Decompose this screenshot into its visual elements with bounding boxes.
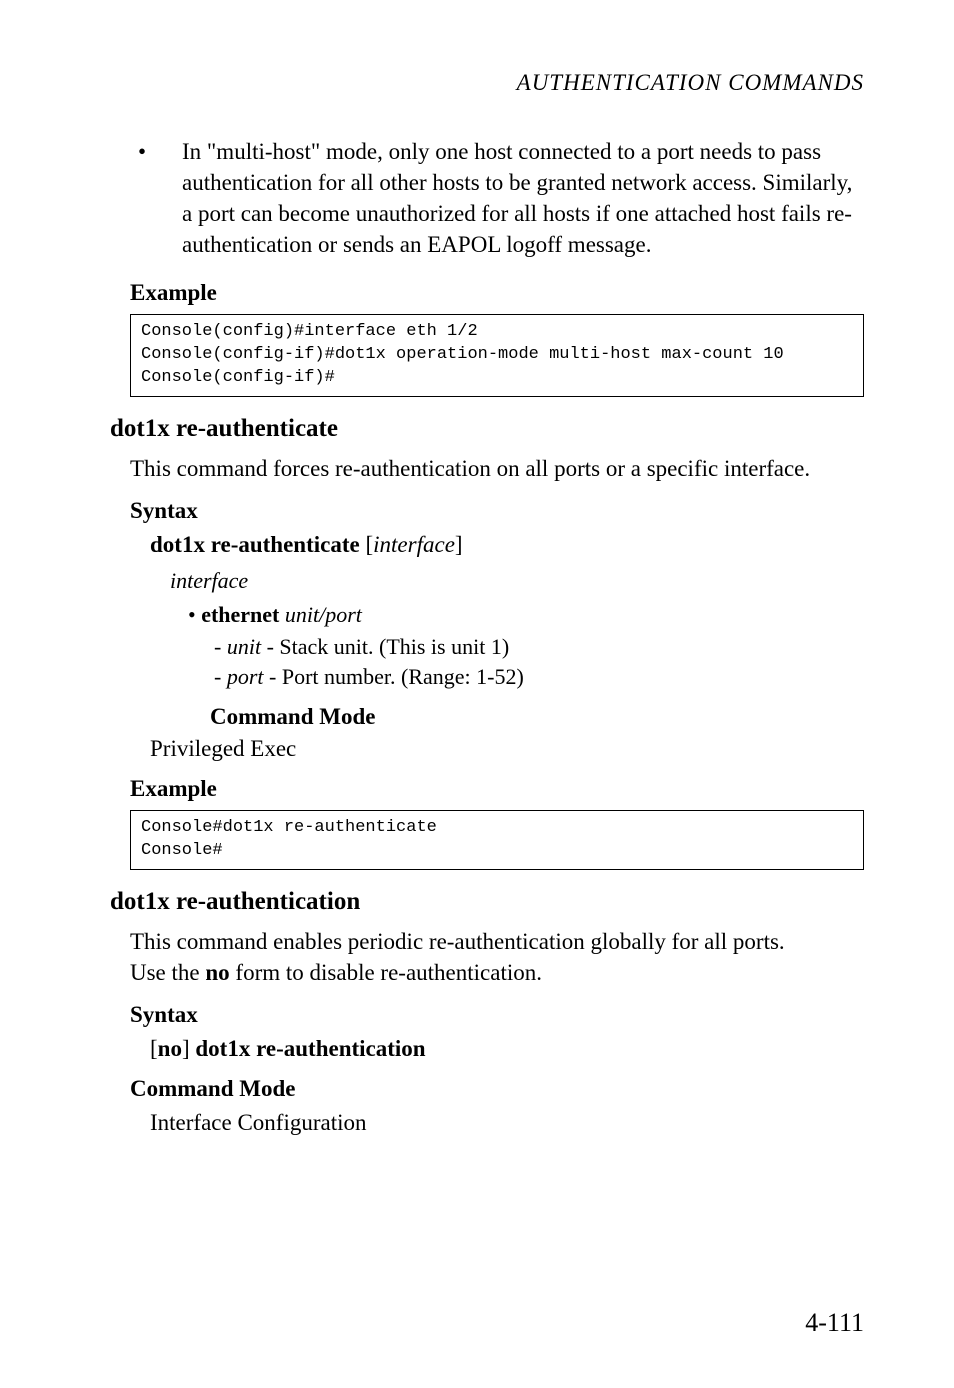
section-title-reauthenticate: dot1x re-authenticate <box>110 415 864 443</box>
page-number: 4-111 <box>805 1308 864 1338</box>
page-container: AUTHENTICATION COMMANDS •In "multi-host"… <box>0 0 954 1388</box>
sec2-syntax-line: [no] dot1x re-authentication <box>150 1036 864 1062</box>
running-header: AUTHENTICATION COMMANDS <box>110 70 864 96</box>
sec1-ethernet-line: • ethernet unit/port <box>188 602 864 628</box>
sec2-bracket-close: ] <box>182 1036 195 1061</box>
sec1-interface-label: interface <box>170 568 864 594</box>
sec1-port-rest: - Port number. (Range: 1-52) <box>264 664 524 689</box>
sec2-description: This command enables periodic re-authent… <box>130 926 864 988</box>
sec2-desc-no-bold: no <box>205 960 229 985</box>
example-heading-2: Example <box>130 776 864 802</box>
syntax-heading-2: Syntax <box>130 1002 864 1028</box>
sec1-unit-line: - unit - Stack unit. (This is unit 1) <box>214 634 864 660</box>
bullet-dot-icon: • <box>188 602 201 627</box>
sec1-mode-text: Privileged Exec <box>150 736 864 762</box>
top-bullet-text: In "multi-host" mode, only one host conn… <box>182 139 852 257</box>
dash-icon: - <box>214 664 227 689</box>
code-block-2: Console#dot1x re-authenticate Console# <box>130 810 864 870</box>
sec1-unit-rest: - Stack unit. (This is unit 1) <box>261 634 509 659</box>
sec2-desc-line2a: Use the <box>130 960 205 985</box>
command-mode-heading-2: Command Mode <box>130 1076 864 1102</box>
bullet-dot-icon: • <box>160 136 182 167</box>
sec1-description: This command forces re-authentication on… <box>130 453 864 484</box>
code-block-1: Console(config)#interface eth 1/2 Consol… <box>130 314 864 397</box>
bracket-close: ] <box>455 532 463 557</box>
sec2-bracket-open: [ <box>150 1036 158 1061</box>
sec1-eth-bold: ethernet <box>201 602 279 627</box>
top-bullet-paragraph: •In "multi-host" mode, only one host con… <box>160 136 864 260</box>
command-mode-heading-1: Command Mode <box>210 704 864 730</box>
sec1-eth-ital: unit/port <box>285 602 362 627</box>
sec2-no-bold: no <box>158 1036 182 1061</box>
section-title-reauthentication: dot1x re-authentication <box>110 888 864 916</box>
bracket-open: [ <box>365 532 373 557</box>
sec2-desc-line2b: form to disable re-authentication. <box>230 960 542 985</box>
sec1-port-ital: port <box>227 664 264 689</box>
example-heading-1: Example <box>130 280 864 306</box>
syntax-heading-1: Syntax <box>130 498 864 524</box>
sec2-desc-line1: This command enables periodic re-authent… <box>130 929 785 954</box>
sec1-syntax-cmd: dot1x re-authenticate <box>150 532 360 557</box>
sec1-syntax-line: dot1x re-authenticate [interface] <box>150 532 864 558</box>
sec1-unit-ital: unit <box>227 634 261 659</box>
sec1-syntax-arg: interface <box>373 532 455 557</box>
dash-icon: - <box>214 634 227 659</box>
sec2-syntax-cmd: dot1x re-authentication <box>195 1036 425 1061</box>
sec1-port-line: - port - Port number. (Range: 1-52) <box>214 664 864 690</box>
sec2-mode-text: Interface Configuration <box>150 1110 864 1136</box>
